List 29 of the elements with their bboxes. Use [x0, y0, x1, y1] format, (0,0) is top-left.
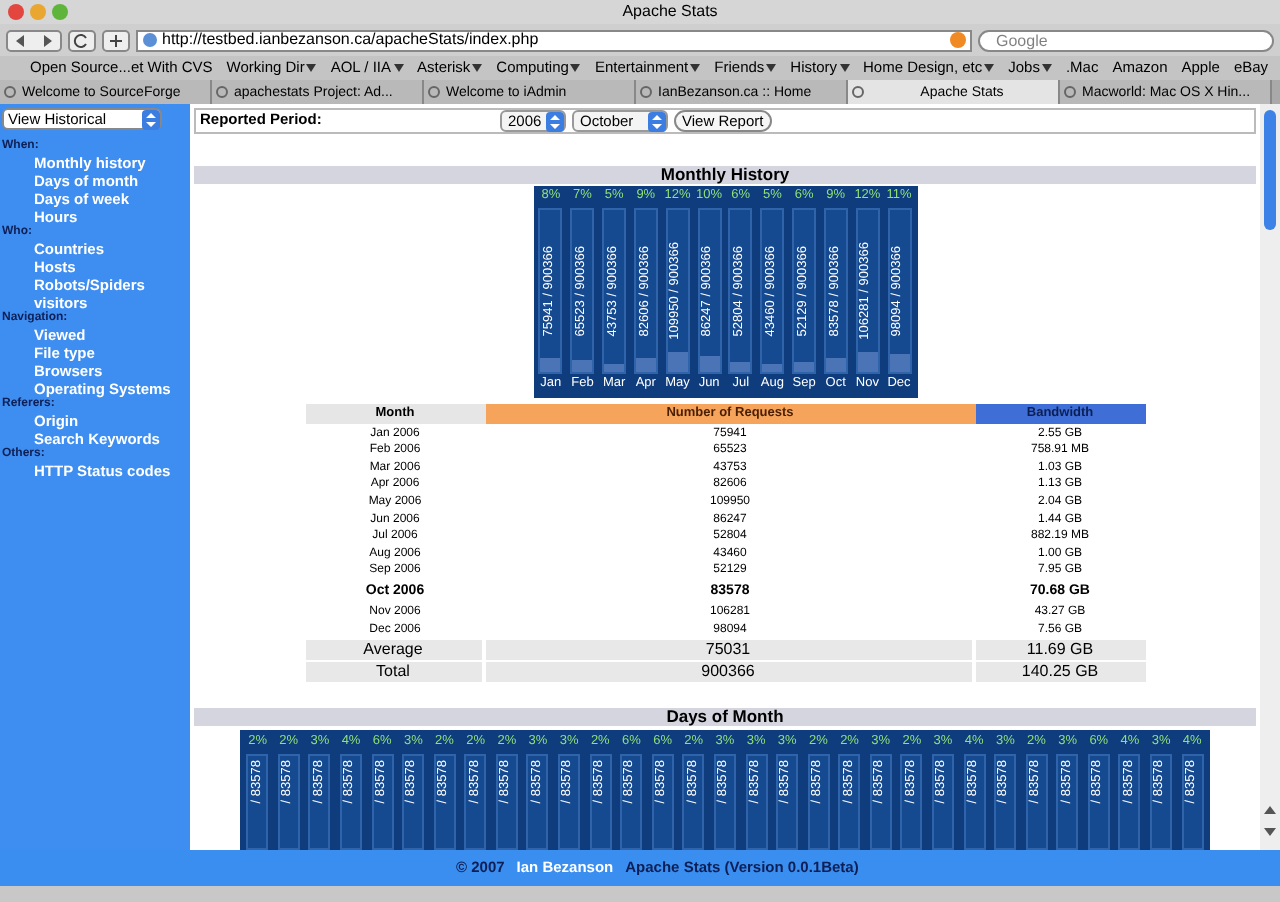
summary-cell: 140.25 GB [975, 661, 1145, 682]
caret-icon [393, 64, 403, 72]
back-forward-icon[interactable] [6, 29, 62, 51]
close-icon[interactable] [8, 4, 24, 20]
stepper-icon [546, 111, 564, 131]
section-header: Monthly History [194, 165, 1256, 185]
search-field[interactable]: Google [978, 29, 1274, 51]
caret-icon [690, 64, 701, 72]
summary-cell: 11.69 GB [975, 639, 1145, 660]
summary-cell: Average [305, 639, 481, 660]
globe-icon [142, 32, 158, 48]
summary-cell: 75031 [485, 639, 971, 660]
stepper-icon [648, 111, 666, 131]
section-header: Days of Month [194, 708, 1256, 726]
caret-icon [472, 64, 483, 72]
zoom-icon[interactable] [52, 4, 68, 20]
caret-icon [570, 64, 581, 72]
summary-cell: 900366 [485, 661, 971, 682]
caret-icon [1041, 64, 1052, 72]
window-title: Apache Stats [622, 4, 718, 20]
caret-icon [306, 64, 317, 72]
plus-icon[interactable] [102, 29, 130, 51]
caret-icon [839, 64, 850, 72]
stepper-icon [142, 109, 160, 129]
reload-icon[interactable] [68, 29, 96, 51]
caret-icon [984, 64, 995, 72]
summary-cell: Total [305, 661, 481, 682]
caret-icon [766, 64, 777, 72]
url-field[interactable]: http://testbed.ianbezanson.ca/apacheStats/index.php [136, 29, 972, 51]
